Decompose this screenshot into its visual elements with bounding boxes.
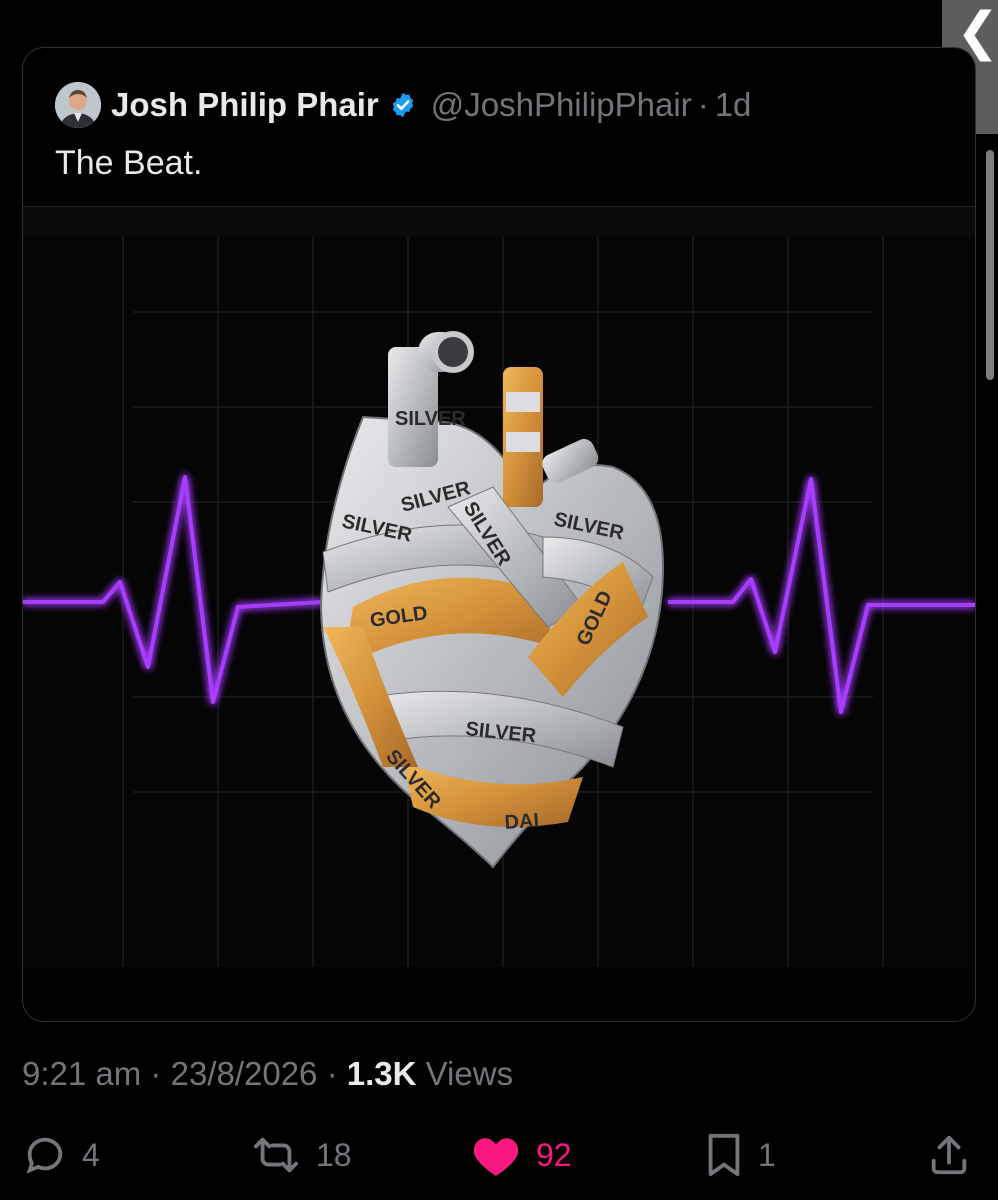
verified-badge-icon [392, 92, 414, 118]
bookmark-count: 1 [758, 1136, 776, 1173]
views-label[interactable]: Views [426, 1055, 513, 1092]
ribbon-label: DAI [504, 810, 540, 834]
post-time-ago[interactable]: 1d [715, 86, 752, 124]
bookmark-icon [708, 1133, 740, 1177]
ribbon-label: SILVER [395, 408, 466, 430]
reply-button[interactable]: 4 [22, 1125, 100, 1185]
author-handle[interactable]: @JoshPhilipPhair [431, 86, 692, 124]
post-metadata: 9:21 am · 23/8/2026 · 1.3K Views [22, 1055, 513, 1093]
like-count: 92 [536, 1136, 572, 1173]
share-icon [931, 1135, 967, 1175]
post-time[interactable]: 9:21 am [22, 1055, 141, 1092]
bookmark-button[interactable]: 1 [704, 1125, 776, 1185]
repost-button[interactable]: 18 [250, 1125, 352, 1185]
post-date[interactable]: 23/8/2026 [171, 1055, 318, 1092]
heart-icon [473, 1138, 519, 1176]
post-image[interactable]: SILVER SILVER SILVER SILVER SILVER GOLD … [23, 206, 975, 967]
quoted-post-card[interactable]: Josh Philip Phair @JoshPhilipPhair · 1d … [22, 47, 976, 1022]
author-name[interactable]: Josh Philip Phair [111, 86, 379, 124]
separator-dot: · [150, 1055, 162, 1092]
repost-count: 18 [316, 1136, 352, 1173]
heart-heartbeat-illustration: SILVER SILVER SILVER SILVER SILVER GOLD … [23, 207, 975, 967]
post-action-bar: 4 18 92 1 [0, 1125, 998, 1185]
avatar[interactable] [55, 82, 101, 128]
quoted-post-header: Josh Philip Phair @JoshPhilipPhair · 1d [55, 82, 751, 128]
separator-dot: · [326, 1055, 338, 1092]
reply-icon [26, 1137, 63, 1174]
views-count[interactable]: 1.3K [347, 1055, 417, 1092]
separator-dot: · [697, 86, 709, 123]
quoted-post-text: The Beat. [55, 144, 203, 182]
repost-icon [253, 1137, 299, 1173]
reply-count: 4 [82, 1136, 100, 1173]
share-button[interactable] [926, 1125, 972, 1185]
like-button[interactable]: 92 [470, 1125, 572, 1185]
scrollbar-thumb[interactable] [986, 150, 994, 380]
